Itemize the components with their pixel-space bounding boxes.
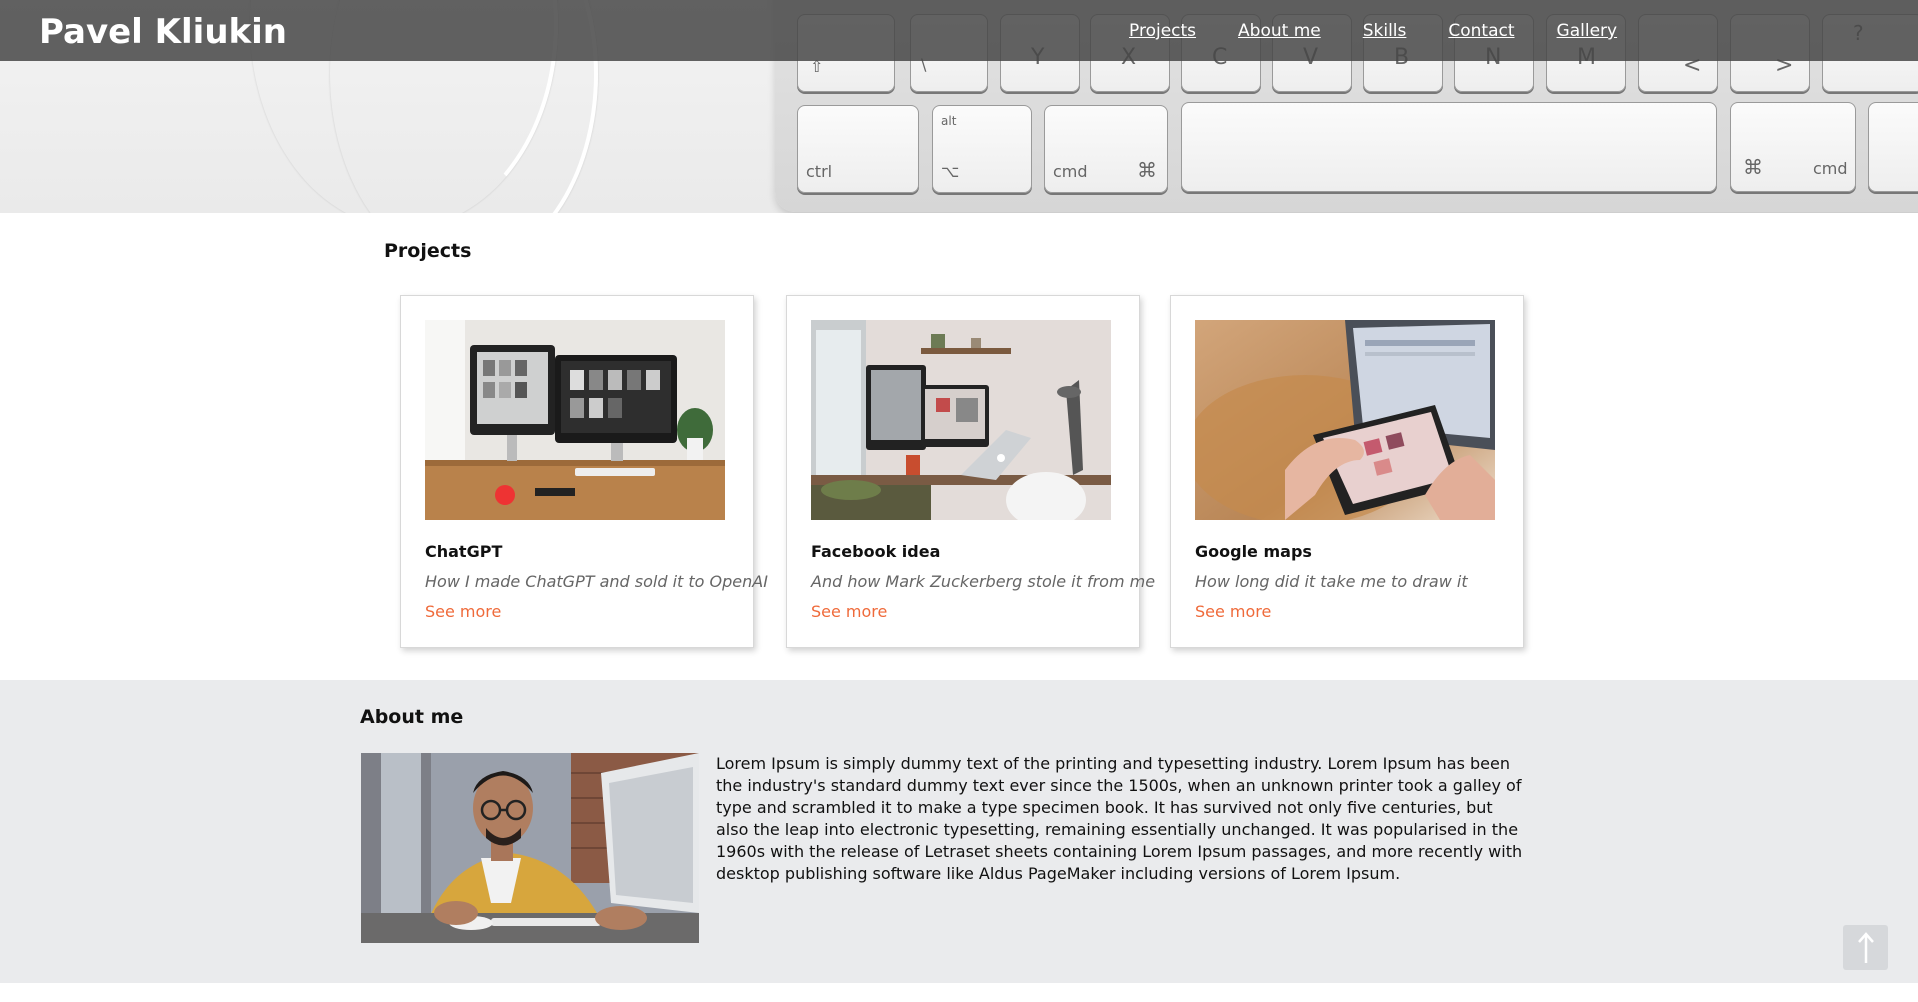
main-nav: Projects About me Skills Contact Gallery (1129, 21, 1659, 41)
about-portrait-photo (361, 753, 699, 943)
scroll-to-top-button[interactable] (1843, 925, 1888, 970)
nav-link-projects[interactable]: Projects (1129, 21, 1196, 41)
nav-link-about-me[interactable]: About me (1238, 21, 1321, 41)
key-ctrl: ctrl (797, 105, 919, 193)
project-card-subtitle: How I made ChatGPT and sold it to OpenAI (425, 572, 768, 591)
about-section: About me Lorem Ipsum is simply dummy tex… (0, 680, 1918, 983)
see-more-link[interactable]: See more (1195, 602, 1271, 621)
top-navigation-bar: Pavel Kliukin Projects About me Skills C… (0, 0, 1918, 61)
nav-link-skills[interactable]: Skills (1363, 21, 1407, 41)
project-thumbnail-desk-monitors (425, 320, 725, 520)
key-alt: alt ⌥ (932, 105, 1032, 193)
project-thumbnail-workspace (811, 320, 1111, 520)
project-card-title: Facebook idea (811, 542, 941, 561)
project-thumbnail-tablet-hands (1195, 320, 1495, 520)
key-cmd-left: cmd ⌘ (1044, 105, 1168, 193)
nav-link-contact[interactable]: Contact (1448, 21, 1514, 41)
project-card-title: ChatGPT (425, 542, 503, 561)
about-description: Lorem Ipsum is simply dummy text of the … (716, 754, 1523, 883)
project-card: Facebook idea And how Mark Zuckerberg st… (786, 295, 1155, 648)
see-more-link[interactable]: See more (425, 602, 501, 621)
project-card: ChatGPT How I made ChatGPT and sold it t… (400, 295, 768, 648)
key-space (1181, 102, 1717, 192)
project-card-subtitle: And how Mark Zuckerberg stole it from me (811, 572, 1156, 591)
see-more-link[interactable]: See more (811, 602, 887, 621)
brand-logo-text[interactable]: Pavel Kliukin (39, 12, 287, 52)
nav-link-gallery[interactable]: Gallery (1557, 21, 1618, 41)
arrow-up-icon (1857, 931, 1874, 963)
key (1868, 102, 1918, 192)
key-cmd-right: ⌘ cmd (1730, 102, 1856, 192)
project-card-title: Google maps (1195, 542, 1312, 561)
project-card-subtitle: How long did it take me to draw it (1195, 572, 1468, 591)
projects-section-title: Projects (384, 240, 472, 262)
hero-banner: ⇧ \ Y X C V B N M < > ? ctrl alt ⌥ cmd ⌘ (0, 0, 1918, 213)
project-card: Google maps How long did it take me to d… (1170, 295, 1524, 648)
about-section-title: About me (360, 706, 464, 728)
